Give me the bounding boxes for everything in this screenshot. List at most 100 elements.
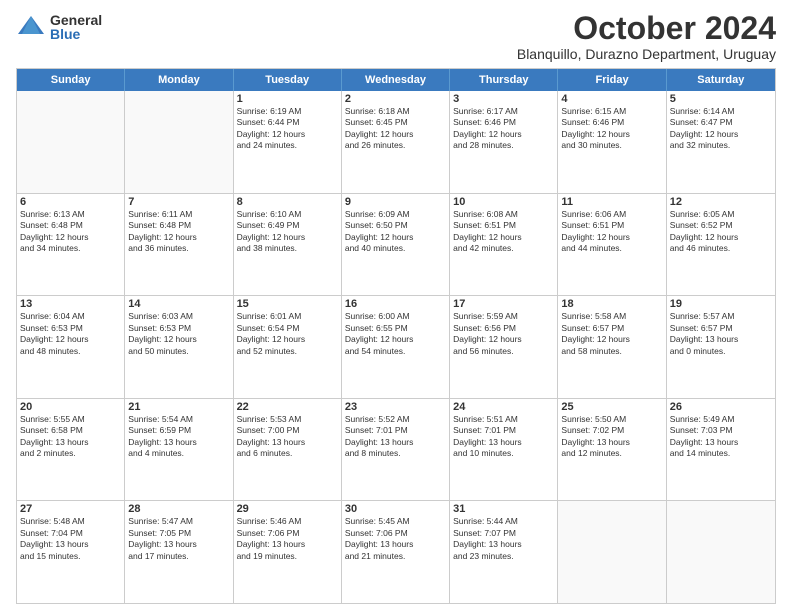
week-row-3: 13Sunrise: 6:04 AM Sunset: 6:53 PM Dayli… xyxy=(17,296,775,399)
top-section: General Blue October 2024 Blanquillo, Du… xyxy=(16,12,776,62)
day-cell-22: 22Sunrise: 5:53 AM Sunset: 7:00 PM Dayli… xyxy=(234,399,342,501)
header-day-monday: Monday xyxy=(125,69,233,91)
day-cell-19: 19Sunrise: 5:57 AM Sunset: 6:57 PM Dayli… xyxy=(667,296,775,398)
day-content: Sunrise: 6:01 AM Sunset: 6:54 PM Dayligh… xyxy=(237,311,338,357)
day-number: 17 xyxy=(453,298,554,310)
day-content: Sunrise: 6:10 AM Sunset: 6:49 PM Dayligh… xyxy=(237,209,338,255)
day-cell-2: 2Sunrise: 6:18 AM Sunset: 6:45 PM Daylig… xyxy=(342,91,450,193)
calendar-header: SundayMondayTuesdayWednesdayThursdayFrid… xyxy=(17,69,775,91)
day-cell-15: 15Sunrise: 6:01 AM Sunset: 6:54 PM Dayli… xyxy=(234,296,342,398)
day-cell-7: 7Sunrise: 6:11 AM Sunset: 6:48 PM Daylig… xyxy=(125,194,233,296)
day-cell-6: 6Sunrise: 6:13 AM Sunset: 6:48 PM Daylig… xyxy=(17,194,125,296)
logo: General Blue xyxy=(16,12,102,42)
day-number: 19 xyxy=(670,298,772,310)
day-content: Sunrise: 6:18 AM Sunset: 6:45 PM Dayligh… xyxy=(345,106,446,152)
day-number: 12 xyxy=(670,196,772,208)
week-row-4: 20Sunrise: 5:55 AM Sunset: 6:58 PM Dayli… xyxy=(17,399,775,502)
day-number: 22 xyxy=(237,401,338,413)
day-content: Sunrise: 6:03 AM Sunset: 6:53 PM Dayligh… xyxy=(128,311,229,357)
month-title: October 2024 xyxy=(517,12,776,44)
day-cell-30: 30Sunrise: 5:45 AM Sunset: 7:06 PM Dayli… xyxy=(342,501,450,603)
day-content: Sunrise: 5:58 AM Sunset: 6:57 PM Dayligh… xyxy=(561,311,662,357)
day-number: 25 xyxy=(561,401,662,413)
day-number: 13 xyxy=(20,298,121,310)
empty-cell xyxy=(125,91,233,193)
day-content: Sunrise: 6:08 AM Sunset: 6:51 PM Dayligh… xyxy=(453,209,554,255)
day-content: Sunrise: 5:52 AM Sunset: 7:01 PM Dayligh… xyxy=(345,414,446,460)
header-day-thursday: Thursday xyxy=(450,69,558,91)
header-day-saturday: Saturday xyxy=(667,69,775,91)
day-content: Sunrise: 5:46 AM Sunset: 7:06 PM Dayligh… xyxy=(237,516,338,562)
day-number: 8 xyxy=(237,196,338,208)
day-cell-16: 16Sunrise: 6:00 AM Sunset: 6:55 PM Dayli… xyxy=(342,296,450,398)
day-content: Sunrise: 5:49 AM Sunset: 7:03 PM Dayligh… xyxy=(670,414,772,460)
header-day-tuesday: Tuesday xyxy=(234,69,342,91)
day-number: 21 xyxy=(128,401,229,413)
day-number: 18 xyxy=(561,298,662,310)
day-content: Sunrise: 6:11 AM Sunset: 6:48 PM Dayligh… xyxy=(128,209,229,255)
day-number: 16 xyxy=(345,298,446,310)
day-number: 3 xyxy=(453,93,554,105)
day-number: 26 xyxy=(670,401,772,413)
day-number: 5 xyxy=(670,93,772,105)
day-number: 1 xyxy=(237,93,338,105)
day-cell-11: 11Sunrise: 6:06 AM Sunset: 6:51 PM Dayli… xyxy=(558,194,666,296)
calendar-body: 1Sunrise: 6:19 AM Sunset: 6:44 PM Daylig… xyxy=(17,91,775,603)
day-content: Sunrise: 5:59 AM Sunset: 6:56 PM Dayligh… xyxy=(453,311,554,357)
day-cell-27: 27Sunrise: 5:48 AM Sunset: 7:04 PM Dayli… xyxy=(17,501,125,603)
day-number: 14 xyxy=(128,298,229,310)
day-number: 27 xyxy=(20,503,121,515)
header-day-friday: Friday xyxy=(558,69,666,91)
day-content: Sunrise: 5:45 AM Sunset: 7:06 PM Dayligh… xyxy=(345,516,446,562)
day-number: 31 xyxy=(453,503,554,515)
day-number: 7 xyxy=(128,196,229,208)
day-cell-24: 24Sunrise: 5:51 AM Sunset: 7:01 PM Dayli… xyxy=(450,399,558,501)
day-content: Sunrise: 5:54 AM Sunset: 6:59 PM Dayligh… xyxy=(128,414,229,460)
day-content: Sunrise: 6:05 AM Sunset: 6:52 PM Dayligh… xyxy=(670,209,772,255)
day-cell-31: 31Sunrise: 5:44 AM Sunset: 7:07 PM Dayli… xyxy=(450,501,558,603)
day-content: Sunrise: 6:14 AM Sunset: 6:47 PM Dayligh… xyxy=(670,106,772,152)
day-content: Sunrise: 6:13 AM Sunset: 6:48 PM Dayligh… xyxy=(20,209,121,255)
day-content: Sunrise: 6:00 AM Sunset: 6:55 PM Dayligh… xyxy=(345,311,446,357)
day-number: 6 xyxy=(20,196,121,208)
day-content: Sunrise: 6:09 AM Sunset: 6:50 PM Dayligh… xyxy=(345,209,446,255)
day-content: Sunrise: 5:53 AM Sunset: 7:00 PM Dayligh… xyxy=(237,414,338,460)
page: General Blue October 2024 Blanquillo, Du… xyxy=(0,0,792,612)
day-cell-1: 1Sunrise: 6:19 AM Sunset: 6:44 PM Daylig… xyxy=(234,91,342,193)
day-cell-12: 12Sunrise: 6:05 AM Sunset: 6:52 PM Dayli… xyxy=(667,194,775,296)
logo-blue: Blue xyxy=(50,27,102,41)
day-content: Sunrise: 6:04 AM Sunset: 6:53 PM Dayligh… xyxy=(20,311,121,357)
logo-general: General xyxy=(50,13,102,27)
week-row-1: 1Sunrise: 6:19 AM Sunset: 6:44 PM Daylig… xyxy=(17,91,775,194)
day-number: 2 xyxy=(345,93,446,105)
day-cell-23: 23Sunrise: 5:52 AM Sunset: 7:01 PM Dayli… xyxy=(342,399,450,501)
week-row-2: 6Sunrise: 6:13 AM Sunset: 6:48 PM Daylig… xyxy=(17,194,775,297)
empty-cell xyxy=(558,501,666,603)
day-cell-18: 18Sunrise: 5:58 AM Sunset: 6:57 PM Dayli… xyxy=(558,296,666,398)
day-number: 23 xyxy=(345,401,446,413)
header-day-wednesday: Wednesday xyxy=(342,69,450,91)
day-cell-3: 3Sunrise: 6:17 AM Sunset: 6:46 PM Daylig… xyxy=(450,91,558,193)
day-cell-20: 20Sunrise: 5:55 AM Sunset: 6:58 PM Dayli… xyxy=(17,399,125,501)
day-cell-21: 21Sunrise: 5:54 AM Sunset: 6:59 PM Dayli… xyxy=(125,399,233,501)
day-number: 30 xyxy=(345,503,446,515)
header-day-sunday: Sunday xyxy=(17,69,125,91)
day-number: 4 xyxy=(561,93,662,105)
location: Blanquillo, Durazno Department, Uruguay xyxy=(517,46,776,62)
day-content: Sunrise: 5:47 AM Sunset: 7:05 PM Dayligh… xyxy=(128,516,229,562)
day-cell-14: 14Sunrise: 6:03 AM Sunset: 6:53 PM Dayli… xyxy=(125,296,233,398)
day-number: 29 xyxy=(237,503,338,515)
day-cell-9: 9Sunrise: 6:09 AM Sunset: 6:50 PM Daylig… xyxy=(342,194,450,296)
day-content: Sunrise: 5:50 AM Sunset: 7:02 PM Dayligh… xyxy=(561,414,662,460)
day-cell-28: 28Sunrise: 5:47 AM Sunset: 7:05 PM Dayli… xyxy=(125,501,233,603)
logo-icon xyxy=(16,12,46,42)
empty-cell xyxy=(667,501,775,603)
day-content: Sunrise: 6:15 AM Sunset: 6:46 PM Dayligh… xyxy=(561,106,662,152)
day-cell-8: 8Sunrise: 6:10 AM Sunset: 6:49 PM Daylig… xyxy=(234,194,342,296)
day-cell-13: 13Sunrise: 6:04 AM Sunset: 6:53 PM Dayli… xyxy=(17,296,125,398)
day-cell-29: 29Sunrise: 5:46 AM Sunset: 7:06 PM Dayli… xyxy=(234,501,342,603)
day-number: 15 xyxy=(237,298,338,310)
header-right: October 2024 Blanquillo, Durazno Departm… xyxy=(517,12,776,62)
day-cell-5: 5Sunrise: 6:14 AM Sunset: 6:47 PM Daylig… xyxy=(667,91,775,193)
calendar: SundayMondayTuesdayWednesdayThursdayFrid… xyxy=(16,68,776,604)
